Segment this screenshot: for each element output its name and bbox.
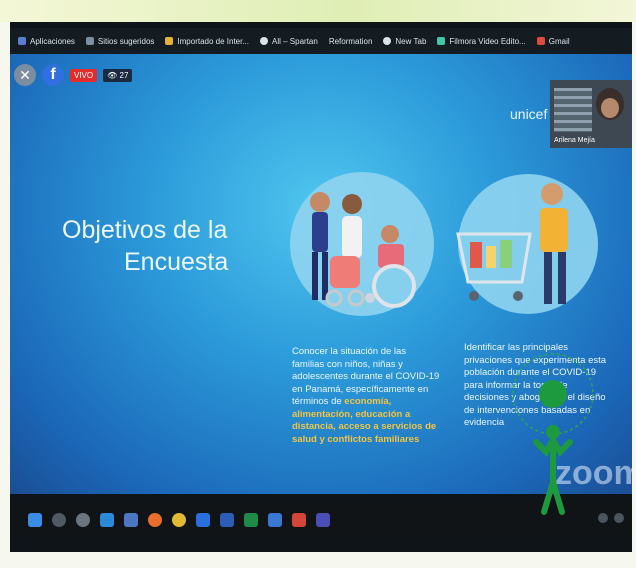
foundation-logo <box>512 353 594 515</box>
shopping-illustration <box>456 174 598 314</box>
live-badge: VIVO <box>70 68 98 82</box>
viewer-count: 👁 27 <box>103 68 133 82</box>
globe-icon <box>383 37 392 45</box>
suggested-sites-icon <box>85 37 94 45</box>
close-icon[interactable]: ✕ <box>14 64 36 86</box>
live-stream-controls: ✕ f VIVO 👁 27 <box>14 64 133 86</box>
folder-icon <box>165 37 174 45</box>
facebook-icon[interactable]: f <box>42 64 64 86</box>
participant-video[interactable]: Arilena Mejía <box>550 80 632 148</box>
objective-1-text: Conocer la situación de las familias con… <box>292 346 440 446</box>
apps-icon <box>18 37 26 45</box>
tray-icon[interactable] <box>614 513 624 523</box>
filmora-icon <box>437 37 446 45</box>
bookmark-label: New Tab <box>395 36 427 46</box>
family-illustration <box>290 172 434 316</box>
bookmark-label: Gmail <box>548 36 570 46</box>
bookmark-gmail[interactable]: Gmail <box>536 36 570 46</box>
excel-icon[interactable] <box>244 513 258 527</box>
background-shelf <box>554 88 592 132</box>
bookmark-suggested[interactable]: Sitios sugeridos <box>85 36 155 46</box>
unicef-logo: unicef <box>510 106 548 122</box>
bookmark-spartan[interactable]: All – Spartan <box>260 37 318 46</box>
chrome-icon[interactable] <box>172 513 186 527</box>
bookmark-label: Reformation <box>328 36 373 46</box>
title-line-1: Objetivos de la <box>62 216 228 244</box>
bookmark-label: All – Spartan <box>272 36 318 46</box>
word-icon[interactable] <box>220 513 234 527</box>
zoom-app-icon[interactable] <box>196 513 210 527</box>
participant-name: Arilena Mejía <box>554 137 595 144</box>
bookmark-reformation[interactable]: Reformation <box>329 37 373 46</box>
globe-icon <box>260 37 269 45</box>
outlook-icon[interactable] <box>268 513 282 527</box>
firefox-icon[interactable] <box>148 513 162 527</box>
bookmark-label: Importado de Inter... <box>177 36 250 46</box>
bookmarks-bar: Aplicaciones Sitios sugeridos Importado … <box>10 28 632 54</box>
edge-icon[interactable] <box>100 513 114 527</box>
bookmark-filmora[interactable]: Filmora Video Edito... <box>437 36 526 46</box>
gmail-icon <box>536 37 545 45</box>
bookmark-label: Aplicaciones <box>30 36 75 46</box>
bookmark-new-tab[interactable]: New Tab <box>383 37 426 46</box>
teams-icon[interactable] <box>316 513 330 527</box>
search-icon[interactable] <box>52 513 66 527</box>
powerpoint-icon[interactable] <box>292 513 306 527</box>
bookmark-apps[interactable]: Aplicaciones <box>18 37 75 46</box>
viewer-count-value: 27 <box>119 70 129 80</box>
eye-icon: 👁 <box>107 70 118 80</box>
bookmark-label: Sitios sugeridos <box>97 36 155 46</box>
slide-title: Objetivos de la Encuesta <box>62 214 292 278</box>
bookmark-label: Filmora Video Edito... <box>449 36 526 46</box>
participant-face <box>601 98 619 118</box>
top-band <box>0 0 636 22</box>
title-line-2: Encuesta <box>124 248 229 276</box>
windows-start-icon[interactable] <box>28 513 42 527</box>
file-explorer-icon[interactable] <box>124 513 138 527</box>
cortana-icon[interactable] <box>76 513 90 527</box>
bookmark-imported[interactable]: Importado de Inter... <box>165 37 249 46</box>
